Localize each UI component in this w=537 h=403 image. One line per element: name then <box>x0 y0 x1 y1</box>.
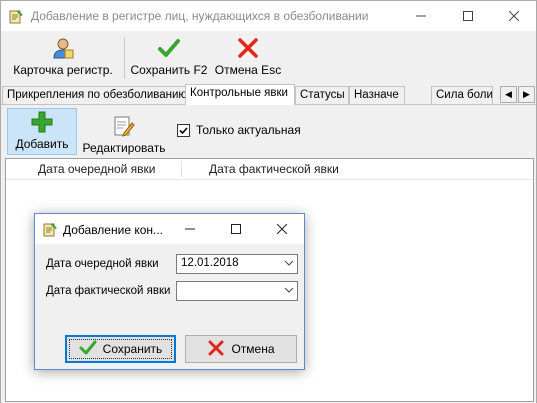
toolbar-separator <box>124 37 125 79</box>
x-icon <box>207 340 225 359</box>
only-actual-checkbox[interactable]: Только актуальная <box>177 123 301 137</box>
card-button[interactable]: Карточка регистр. <box>7 33 119 81</box>
only-actual-label: Только актуальная <box>196 123 301 137</box>
dialog-close-icon[interactable] <box>259 214 305 244</box>
dialog-title: Добавление кон... <box>63 223 164 237</box>
edit-button-label: Редактировать <box>82 141 166 155</box>
user-card-icon <box>51 36 75 63</box>
dialog-maximize-icon[interactable] <box>213 214 259 244</box>
actual-visit-date-picker[interactable] <box>176 281 298 301</box>
column-header-next-visit[interactable]: Дата очередной явки <box>38 162 156 176</box>
next-visit-date-label: Дата очередной явки <box>46 258 159 270</box>
app-icon <box>9 8 25 24</box>
add-control-visit-dialog: Добавление кон... Дата очередной явки 12… <box>34 213 305 370</box>
tab-scroll-right-icon[interactable]: ▶ <box>518 86 535 103</box>
table-header: Дата очередной явки Дата фактической явк… <box>6 159 533 180</box>
main-toolbar: Карточка регистр. Сохранить F2 Отмена Es… <box>1 31 536 83</box>
dialog-app-icon <box>43 221 59 240</box>
dialog-cancel-label: Отмена <box>231 342 275 356</box>
checkbox-box[interactable] <box>177 123 190 137</box>
edit-button[interactable]: Редактировать <box>81 108 167 158</box>
dialog-minimize-icon[interactable] <box>167 214 213 244</box>
chevron-down-icon[interactable] <box>284 284 294 298</box>
close-icon[interactable] <box>491 1 537 31</box>
plus-icon <box>30 110 54 137</box>
dialog-save-button[interactable]: Сохранить <box>65 335 176 363</box>
tab-pain-level[interactable]: Сила боли <box>431 86 493 104</box>
tab-strip: Прикрепления по обезболиванию Контрольны… <box>1 84 536 105</box>
card-button-label: Карточка регистр. <box>13 63 113 77</box>
actual-visit-date-label: Дата фактической явки <box>46 285 171 297</box>
add-button[interactable]: Добавить <box>7 108 77 155</box>
window-title: Добавление в регистре лиц, нуждающихся в… <box>31 9 369 23</box>
dialog-cancel-button[interactable]: Отмена <box>185 335 297 363</box>
save-button[interactable]: Сохранить F2 <box>129 33 209 81</box>
maximize-icon[interactable] <box>445 1 491 31</box>
title-bar: Добавление в регистре лиц, нуждающихся в… <box>1 1 536 31</box>
check-icon <box>157 36 181 63</box>
tab-scroll-left-icon[interactable]: ◀ <box>500 86 517 103</box>
minimize-icon[interactable] <box>398 1 444 31</box>
next-visit-date-value: 12.01.2018 <box>181 257 239 269</box>
chevron-down-icon[interactable] <box>284 257 294 271</box>
column-separator[interactable] <box>181 161 182 177</box>
focus-rectangle <box>69 339 172 359</box>
tab-control-visits[interactable]: Контрольные явки <box>185 84 295 105</box>
tab-statuses[interactable]: Статусы <box>295 86 349 104</box>
x-icon <box>236 36 260 63</box>
add-button-label: Добавить <box>15 137 69 151</box>
column-header-actual-visit[interactable]: Дата фактической явки <box>209 162 339 176</box>
cancel-button-label: Отмена Esc <box>214 63 282 77</box>
next-visit-date-picker[interactable]: 12.01.2018 <box>176 254 298 274</box>
tab-attachments[interactable]: Прикрепления по обезболиванию <box>2 86 186 104</box>
cancel-button[interactable]: Отмена Esc <box>215 33 281 81</box>
save-button-label: Сохранить F2 <box>130 63 208 77</box>
dialog-title-bar: Добавление кон... <box>35 214 304 244</box>
tab-prescriptions[interactable]: Назначе <box>349 86 405 104</box>
edit-document-icon <box>112 114 136 141</box>
